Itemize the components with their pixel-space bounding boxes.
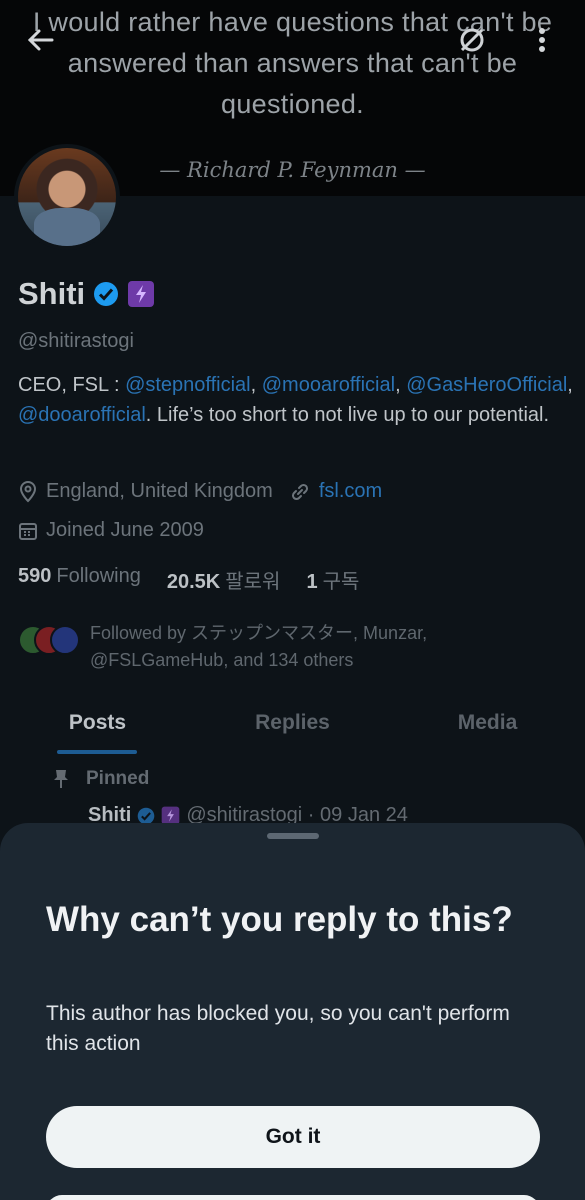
bio-link-stepn[interactable]: @stepnofficial <box>125 374 251 396</box>
subscriptions-stat[interactable]: 1 구독 <box>306 565 359 594</box>
sheet-message: This author has blocked you, so you can'… <box>46 1002 510 1055</box>
back-arrow-icon <box>27 29 54 51</box>
followed-by-text: Followed by ステップンマスター, Munzar, @FSLGameH… <box>90 623 428 670</box>
joined-text: Joined June 2009 <box>46 519 204 541</box>
followed-by-row[interactable]: Followed by ステップンマスター, Munzar, @FSLGameH… <box>18 620 480 674</box>
bio-link-mooar[interactable]: @mooarofficial <box>262 374 395 396</box>
location-text: England, United Kingdom <box>46 480 273 502</box>
bottom-sheet: Why can’t you reply to this? This author… <box>0 823 585 1200</box>
pinned-label: Pinned <box>86 768 150 789</box>
verified-badge-icon <box>138 807 155 824</box>
followers-stat[interactable]: 20.5K 팔로워 <box>167 565 281 594</box>
followers-count: 20.5K <box>166 571 221 593</box>
more-options-button[interactable] <box>522 20 562 60</box>
grok-icon <box>460 28 484 52</box>
tab-replies[interactable]: Replies <box>195 706 390 754</box>
bio-link-gashero[interactable]: @GasHeroOfficial <box>406 374 567 396</box>
link-icon <box>291 483 308 500</box>
subscriptions-count: 1 <box>306 571 318 593</box>
follower-avatars <box>18 625 82 665</box>
secondary-button[interactable] <box>46 1195 540 1200</box>
premium-badge-icon <box>128 281 155 307</box>
location-row: England, United Kingdom fsl.com <box>18 480 382 503</box>
location-icon <box>19 480 37 502</box>
avatar[interactable] <box>14 144 120 250</box>
grok-button[interactable] <box>452 20 492 60</box>
following-label: Following <box>56 565 141 587</box>
joined-row: Joined June 2009 <box>18 519 204 542</box>
following-count: 590 <box>18 565 52 587</box>
got-it-button[interactable]: Got it <box>46 1106 540 1168</box>
subscriptions-label: 구독 <box>322 571 360 593</box>
verified-badge-icon <box>94 282 119 306</box>
tab-posts[interactable]: Posts <box>0 706 195 754</box>
profile-handle: @shitirastogi <box>18 330 134 352</box>
name-row: Shiti <box>18 276 155 312</box>
profile-tabs: Posts Replies Media <box>0 706 585 754</box>
following-stat[interactable]: 590 Following <box>18 565 141 594</box>
more-vertical-icon <box>539 28 545 52</box>
followers-label: 팔로워 <box>225 571 281 593</box>
bio-link-dooar[interactable]: @dooarofficial <box>18 404 146 426</box>
profile-bio: CEO, FSL : @stepnofficial, @mooarofficia… <box>18 374 573 426</box>
profile-name: Shiti <box>18 276 86 311</box>
tab-media[interactable]: Media <box>390 706 585 754</box>
calendar-icon <box>19 522 37 540</box>
pin-icon <box>54 770 68 788</box>
website-link[interactable]: fsl.com <box>319 480 382 503</box>
back-button[interactable] <box>20 20 60 60</box>
pinned-label-row: Pinned <box>52 768 149 790</box>
sheet-title: Why can’t you reply to this? <box>46 900 513 939</box>
bio-suffix: . Life’s too short to not live up to our… <box>145 404 550 426</box>
sheet-drag-handle[interactable] <box>267 833 319 839</box>
bio-prefix: CEO, FSL : <box>18 374 126 396</box>
profile-stats: 590 Following 20.5K 팔로워 1 구독 <box>18 565 359 594</box>
follower-avatar <box>50 625 80 655</box>
